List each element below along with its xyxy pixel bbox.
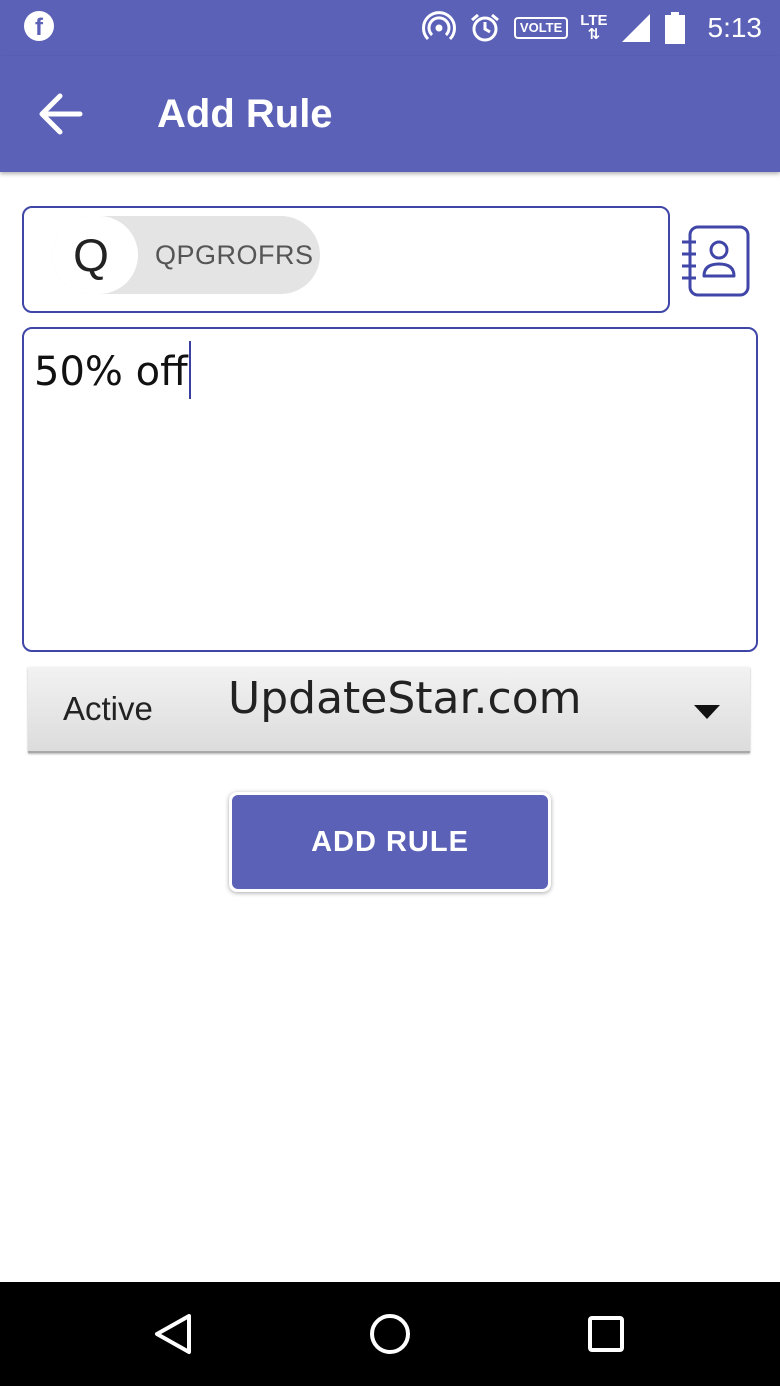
navigation-bar	[0, 1282, 780, 1386]
back-triangle-icon	[155, 1314, 191, 1354]
message-textarea[interactable]: 50% off	[22, 327, 758, 652]
contacts-button[interactable]	[680, 224, 752, 300]
watermark-text: UpdateStar.com	[228, 673, 582, 724]
clock-time: 5:13	[707, 12, 763, 43]
arrow-left-icon	[39, 93, 83, 135]
dropdown-selected-value: Active	[63, 690, 153, 727]
text-caret	[188, 341, 191, 399]
status-bar: f VOLTE LTE ⇅ 5:13	[0, 0, 780, 56]
status-dropdown[interactable]: Active UpdateStar.com	[28, 667, 750, 753]
alarm-icon	[470, 13, 499, 42]
status-icons: VOLTE LTE ⇅ 5:13	[421, 8, 763, 48]
hotspot-icon	[421, 11, 456, 41]
signal-icon	[621, 14, 650, 42]
recents-square-icon	[588, 1316, 624, 1352]
facebook-icon: f	[24, 11, 54, 41]
contact-book-icon	[682, 225, 750, 297]
add-rule-button[interactable]: ADD RULE	[229, 792, 551, 892]
page-title: Add Rule	[157, 92, 333, 136]
nav-home-button[interactable]	[360, 1304, 420, 1364]
volte-icon: VOLTE	[513, 17, 569, 39]
nav-back-button[interactable]	[143, 1304, 203, 1364]
battery-icon	[664, 12, 685, 44]
dropdown-arrow-icon	[694, 705, 720, 719]
recipient-chip[interactable]: Q QPGROFRS	[52, 216, 320, 294]
message-text: 50% off	[34, 341, 191, 399]
message-value: 50% off	[34, 349, 188, 395]
app-bar: Add Rule	[0, 56, 780, 172]
chip-avatar: Q	[52, 216, 138, 294]
back-button[interactable]	[30, 84, 90, 144]
add-rule-label: ADD RULE	[232, 795, 548, 889]
nav-recents-button[interactable]	[576, 1304, 636, 1364]
lte-icon: LTE ⇅	[580, 12, 608, 43]
recipient-field[interactable]: Q QPGROFRS	[22, 206, 670, 313]
chip-label: QPGROFRS	[155, 240, 314, 270]
home-circle-icon	[370, 1314, 410, 1354]
